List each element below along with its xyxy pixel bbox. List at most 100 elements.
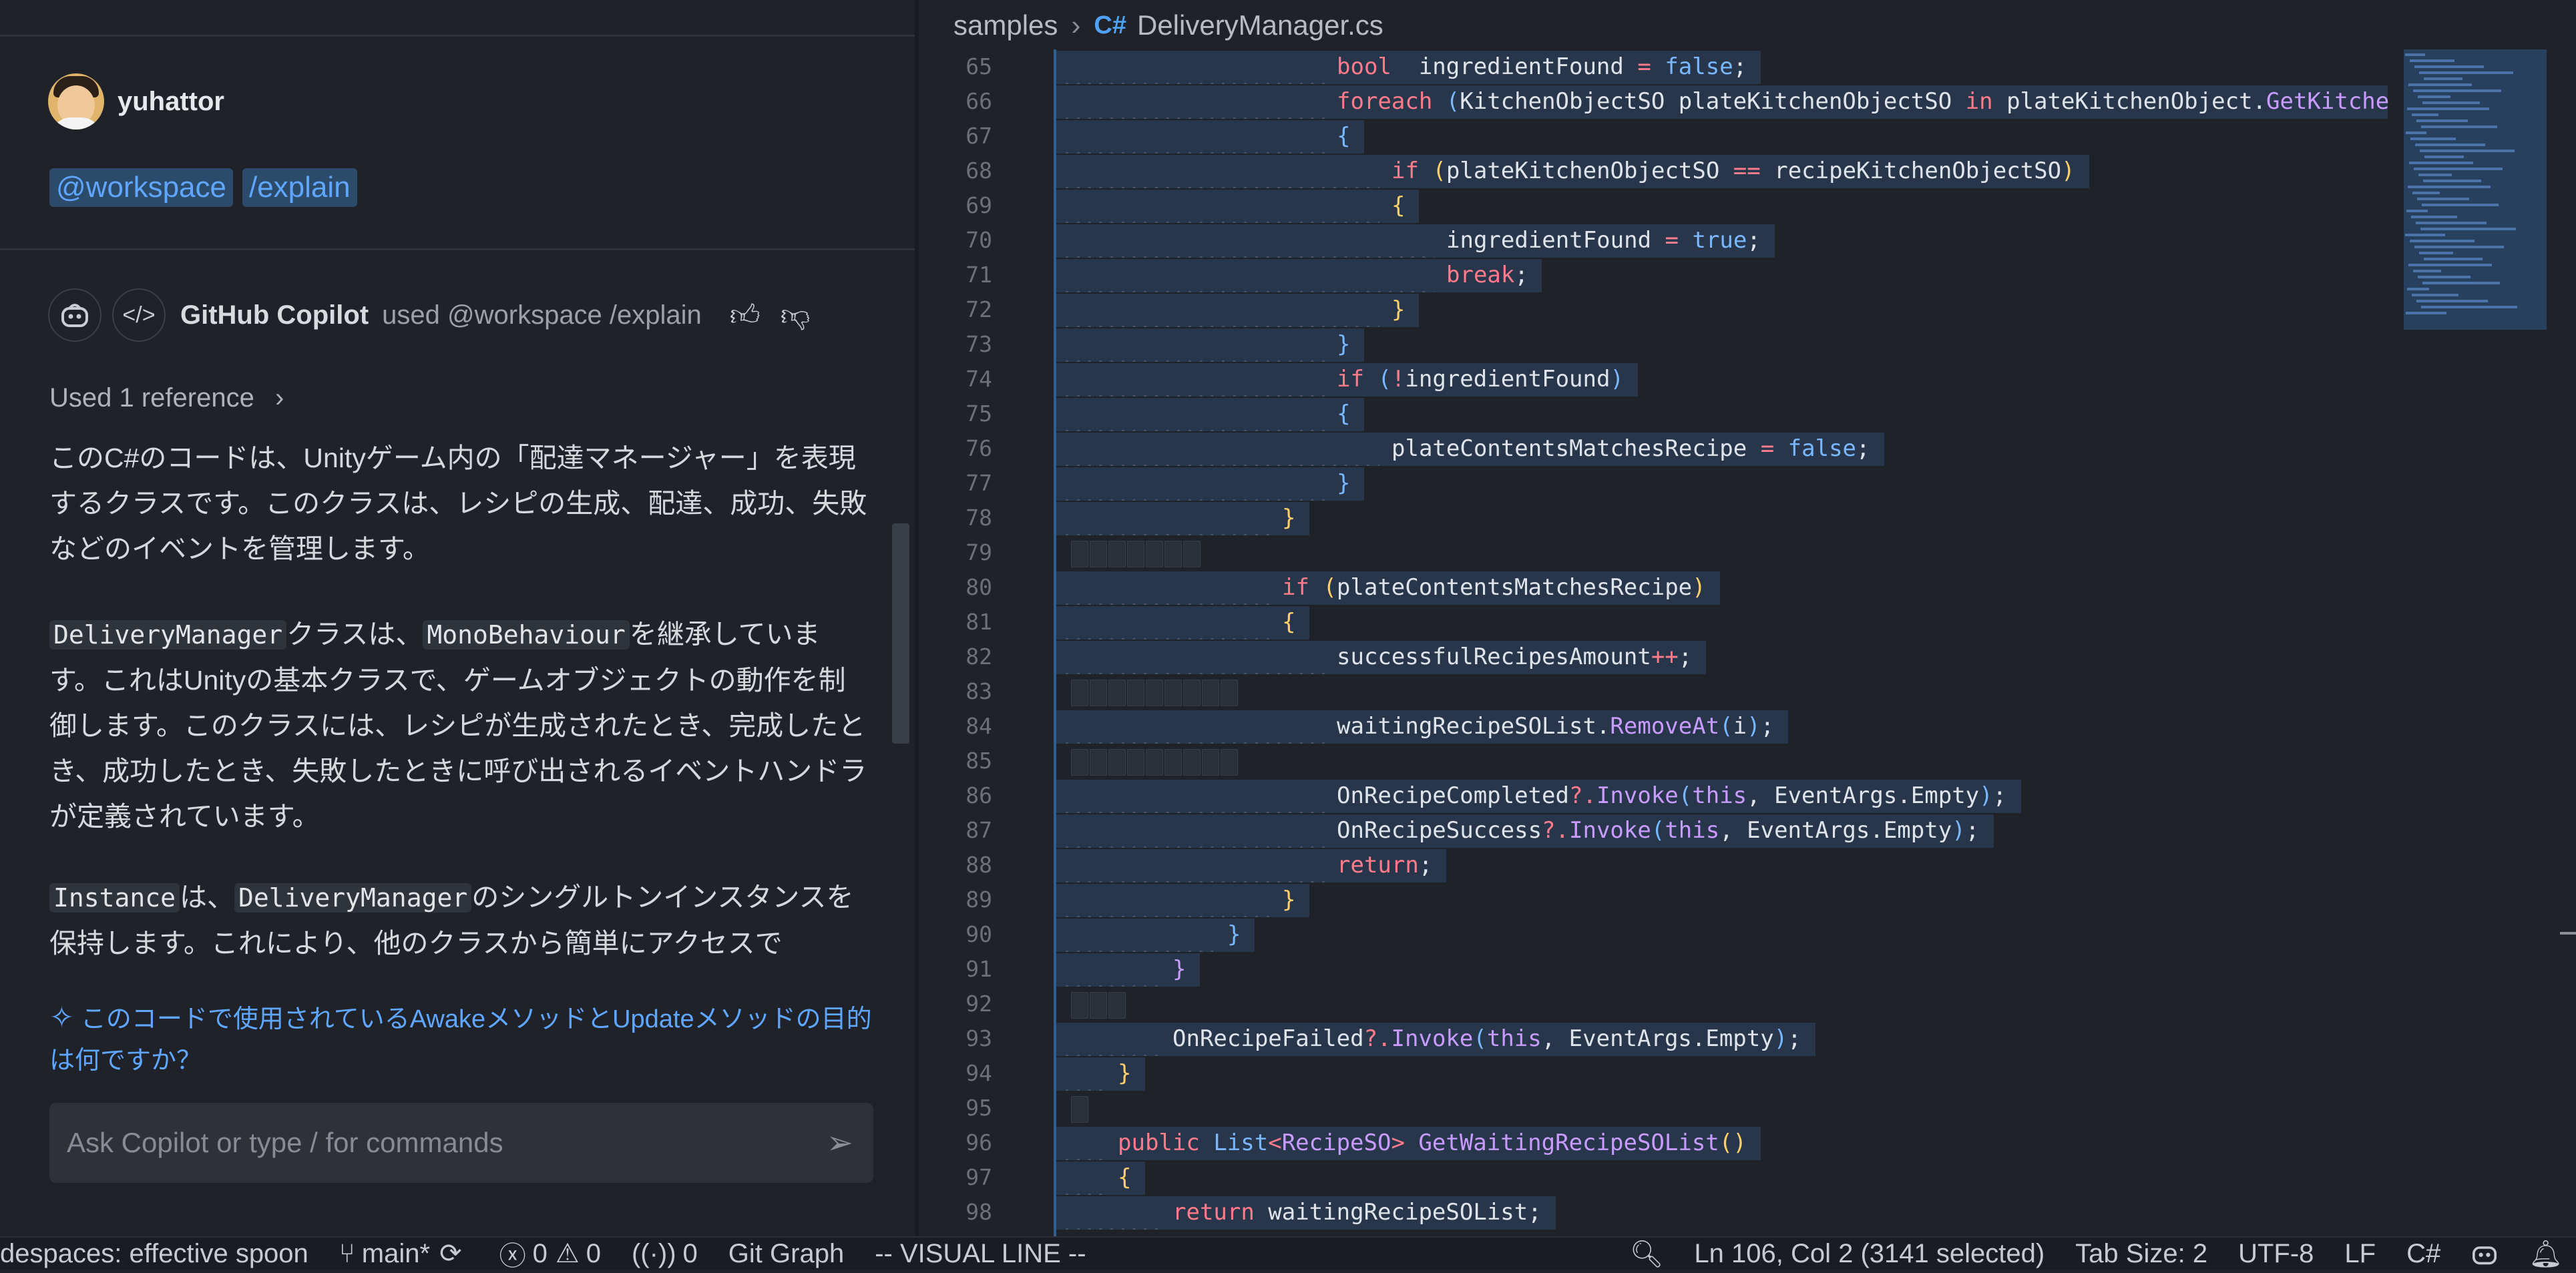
code-line[interactable]: 69 {: [919, 188, 2388, 223]
notifications-bell-icon[interactable]: 🔔︎: [2529, 1238, 2563, 1270]
thumbs-down-icon[interactable]: 👎︎: [781, 298, 811, 333]
codespace-status[interactable]: despaces: effective spoon: [0, 1239, 308, 1269]
code-line[interactable]: 65 bool ingredientFound = false;: [919, 49, 2388, 84]
response-text: は、: [180, 882, 235, 913]
code-text[interactable]: {: [1118, 1160, 1131, 1195]
code-line[interactable]: 96 public List<RecipeSO> GetWaitingRecipe…: [919, 1125, 2388, 1160]
thumbs-up-icon[interactable]: 👍︎: [730, 298, 761, 333]
code-text[interactable]: if (plateContentsMatchesRecipe): [1282, 570, 1706, 605]
user-name: yuhattor: [118, 86, 224, 116]
code-line[interactable]: 94}: [919, 1056, 2388, 1091]
line-number: 69: [965, 192, 992, 218]
ports-status[interactable]: ((·)) 0: [632, 1239, 698, 1269]
end-of-line[interactable]: LF: [2344, 1239, 2376, 1269]
code-text[interactable]: break;: [1446, 258, 1528, 292]
code-text[interactable]: OnRecipeSuccess?.Invoke(this, EventArgs.…: [1337, 813, 1979, 848]
code-text[interactable]: waitingRecipeSOList.RemoveAt(i);: [1337, 709, 1774, 744]
chat-input[interactable]: [65, 1126, 827, 1160]
code-line[interactable]: 87 OnRecipeSuccess?.Invoke(this, EventArg…: [919, 813, 2388, 848]
code-text[interactable]: public List<RecipeSO> GetWaitingRecipeSO…: [1118, 1125, 1747, 1160]
code-text[interactable]: }: [1118, 1056, 1131, 1091]
code-text[interactable]: if (plateKitchenObjectSO == recipeKitche…: [1391, 154, 2075, 188]
code-line[interactable]: 80 if (plateContentsMatchesRecipe): [919, 570, 2388, 605]
code-line[interactable]: 78}: [919, 501, 2388, 535]
code-line[interactable]: 83: [919, 674, 2388, 709]
used-references-toggle[interactable]: Used 1 reference ›: [49, 383, 284, 413]
code-line[interactable]: 81 {: [919, 605, 2388, 640]
code-text[interactable]: ingredientFound = true;: [1446, 223, 1761, 258]
explain-command-tag[interactable]: /explain: [242, 168, 357, 207]
zoom-icon[interactable]: 🔍︎: [1630, 1238, 1664, 1270]
code-text[interactable]: plateContentsMatchesRecipe = false;: [1391, 431, 1870, 466]
follow-up-suggestion[interactable]: ✧ このコードで使用されているAwakeメソッドとUpdateメソッドの目的は何で…: [49, 997, 877, 1081]
code-line[interactable]: 90}: [919, 917, 2388, 952]
code-line[interactable]: 92: [919, 987, 2388, 1021]
code-line[interactable]: 95: [919, 1091, 2388, 1125]
code-text[interactable]: {: [1391, 188, 1405, 223]
code-text[interactable]: successfulRecipesAmount++;: [1337, 640, 1692, 674]
code-line[interactable]: 93 OnRecipeFailed?.Invoke(this, EventArgs…: [919, 1021, 2388, 1056]
code-line[interactable]: 75 {: [919, 397, 2388, 431]
code-text[interactable]: }: [1282, 501, 1295, 535]
code-line[interactable]: 71 break;: [919, 258, 2388, 292]
code-text[interactable]: {: [1337, 119, 1350, 154]
line-number: 79: [965, 539, 992, 565]
code-line[interactable]: 86 OnRecipeCompleted?.Invoke(this, EventA…: [919, 778, 2388, 813]
code-text[interactable]: {: [1337, 397, 1350, 431]
code-line[interactable]: 66 foreach (KitchenObjectSO plateKitchenO…: [919, 84, 2389, 119]
git-graph-button[interactable]: Git Graph: [728, 1239, 844, 1269]
code-line[interactable]: 76 plateContentsMatchesRecipe = false;: [919, 431, 2388, 466]
inline-code: DeliveryManager: [234, 883, 472, 913]
code-line[interactable]: 77}: [919, 466, 2388, 501]
code-line[interactable]: 82 successfulRecipesAmount++;: [919, 640, 2388, 674]
minimap[interactable]: [2400, 49, 2576, 1236]
code-line[interactable]: 70 ingredientFound = true;: [919, 223, 2388, 258]
code-text[interactable]: foreach (KitchenObjectSO plateKitchenObj…: [1337, 84, 2389, 119]
code-line[interactable]: 91}: [919, 952, 2388, 987]
line-number: 84: [965, 713, 992, 739]
code-text[interactable]: }: [1227, 917, 1241, 952]
code-line[interactable]: 89}: [919, 882, 2388, 917]
code-line[interactable]: 97 {: [919, 1160, 2388, 1195]
code-line[interactable]: 85: [919, 744, 2388, 778]
code-text[interactable]: }: [1282, 882, 1295, 917]
code-line[interactable]: 74 if (!ingredientFound): [919, 362, 2388, 397]
code-line[interactable]: 68 if (plateKitchenObjectSO == recipeKitc…: [919, 154, 2388, 188]
breadcrumb-folder[interactable]: samples: [953, 9, 1058, 41]
code-line[interactable]: 72}: [919, 292, 2388, 327]
code-text[interactable]: bool ingredientFound = false;: [1337, 49, 1747, 84]
send-icon[interactable]: ➢: [827, 1124, 853, 1162]
copilot-status-icon[interactable]: [2471, 1242, 2498, 1266]
encoding[interactable]: UTF-8: [2238, 1239, 2314, 1269]
workspace-tag[interactable]: @workspace: [49, 168, 233, 207]
code-text[interactable]: OnRecipeCompleted?.Invoke(this, EventArg…: [1337, 778, 2006, 813]
code-line[interactable]: 79: [919, 535, 2388, 570]
line-number: 98: [965, 1199, 992, 1225]
code-line[interactable]: 67 {: [919, 119, 2388, 154]
code-text[interactable]: return waitingRecipeSOList;: [1172, 1195, 1542, 1230]
code-line[interactable]: 73}: [919, 327, 2388, 362]
code-text[interactable]: }: [1172, 952, 1186, 987]
code-text[interactable]: }: [1337, 466, 1350, 501]
code-line[interactable]: 98 return waitingRecipeSOList;: [919, 1195, 2388, 1230]
chat-scrollbar[interactable]: [892, 523, 909, 744]
code-text[interactable]: if (!ingredientFound): [1337, 362, 1624, 397]
code-line[interactable]: 88 return;: [919, 848, 2388, 882]
breadcrumb-file[interactable]: DeliveryManager.cs: [1137, 9, 1383, 41]
code-text[interactable]: }: [1391, 292, 1405, 327]
chat-input-box[interactable]: ➢: [49, 1103, 873, 1183]
cursor-position[interactable]: Ln 106, Col 2 (3141 selected): [1694, 1239, 2045, 1269]
code-text[interactable]: OnRecipeFailed?.Invoke(this, EventArgs.E…: [1172, 1021, 1801, 1056]
sync-icon[interactable]: ⟳: [439, 1238, 462, 1269]
code-line[interactable]: 84 waitingRecipeSOList.RemoveAt(i);: [919, 709, 2388, 744]
line-number: 80: [965, 574, 992, 600]
code-text[interactable]: return;: [1337, 848, 1432, 882]
line-number: 88: [965, 852, 992, 878]
tab-size[interactable]: Tab Size: 2: [2075, 1239, 2207, 1269]
code-text[interactable]: }: [1337, 327, 1350, 362]
problems-status[interactable]: ⓧ 0 ⚠ 0: [499, 1234, 601, 1273]
language-mode[interactable]: C#: [2406, 1239, 2440, 1269]
code-text[interactable]: {: [1282, 605, 1295, 640]
branch-status[interactable]: ⑂ main* ⟳: [339, 1238, 469, 1269]
code-editor[interactable]: samples › C# DeliveryManager.cs 65 bool i…: [919, 0, 2576, 1236]
